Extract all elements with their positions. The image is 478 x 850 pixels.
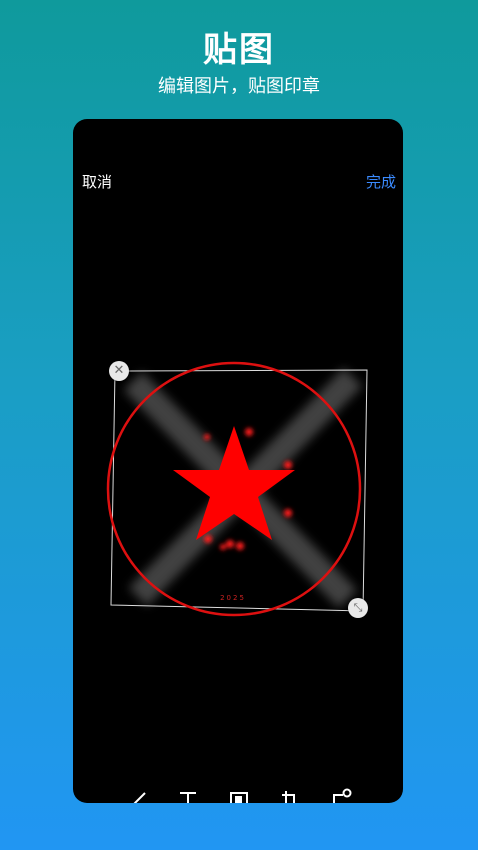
sticker-canvas[interactable]: 2025 ✕ ⤡ xyxy=(73,119,403,803)
close-icon[interactable]: ✕ xyxy=(109,361,129,381)
stamp-text: 2025 xyxy=(220,594,246,602)
page-title: 贴图 xyxy=(203,30,275,70)
page-subtitle: 编辑图片，贴图印章 xyxy=(158,76,320,97)
text-icon[interactable] xyxy=(176,787,200,803)
edit-toolbar xyxy=(73,785,403,803)
phone-screen: 取消 完成 2025 ✕ ⤡ xyxy=(73,119,403,803)
stamp-sticker[interactable]: 2025 xyxy=(73,119,403,803)
brush-icon[interactable] xyxy=(127,787,151,803)
mosaic-icon[interactable] xyxy=(227,787,251,803)
sticker-icon[interactable] xyxy=(329,787,353,803)
crop-icon[interactable] xyxy=(278,787,302,803)
resize-icon[interactable]: ⤡ xyxy=(348,598,368,618)
